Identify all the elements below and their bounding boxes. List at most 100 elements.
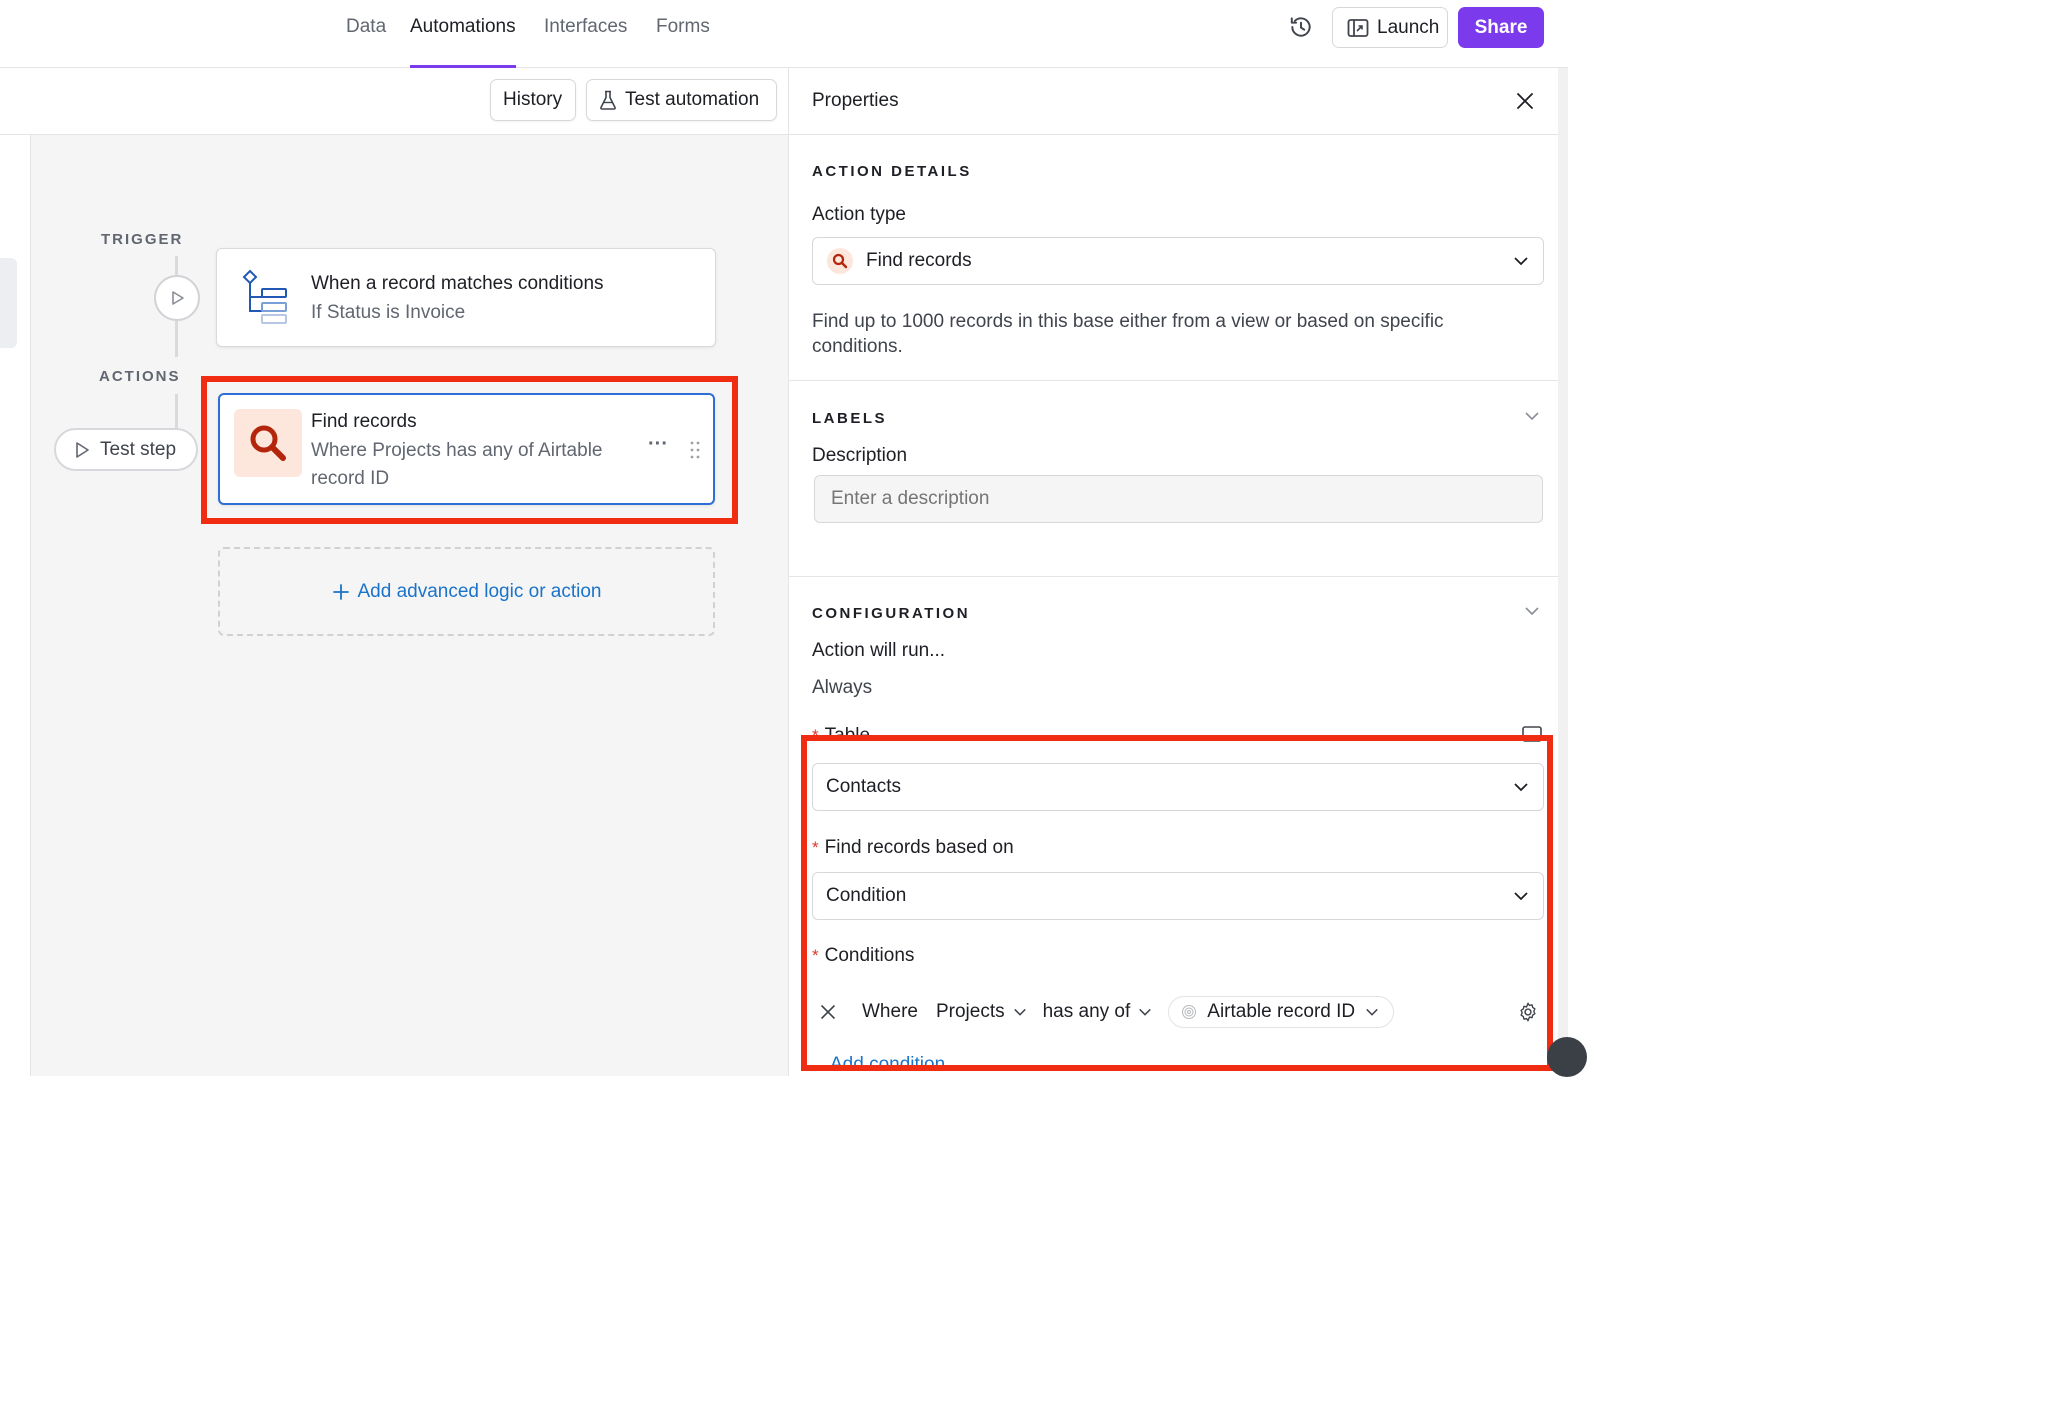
trigger-subtitle: If Status is Invoice — [311, 302, 466, 323]
share-button[interactable]: Share — [1458, 7, 1544, 48]
table-select[interactable]: Contacts — [812, 763, 1544, 811]
chevron-down-icon[interactable] — [1524, 408, 1540, 424]
condition-field-select[interactable]: Projects — [936, 1001, 1027, 1023]
chevron-down-icon — [1139, 1008, 1152, 1016]
section-divider — [789, 380, 1559, 381]
description-input[interactable] — [814, 475, 1543, 523]
table-label-text: Table — [824, 725, 871, 746]
chevron-down-icon — [1514, 783, 1528, 792]
condition-value-select[interactable]: Airtable record ID — [1168, 996, 1395, 1028]
find-based-on-label-text: Find records based on — [824, 837, 1014, 858]
search-icon — [827, 248, 853, 274]
tab-data[interactable]: Data — [346, 16, 386, 68]
tab-automations[interactable]: Automations — [410, 16, 516, 68]
chevron-down-icon — [1514, 892, 1528, 901]
flow-connector-line — [175, 321, 178, 357]
find-based-on-select[interactable]: Condition — [812, 872, 1544, 920]
properties-header: Properties — [789, 68, 1559, 135]
section-divider — [789, 576, 1559, 577]
open-table-icon[interactable] — [1522, 726, 1542, 742]
action-type-label: Action type — [812, 204, 906, 225]
description-label: Description — [812, 445, 908, 466]
drag-handle-icon[interactable] — [690, 441, 700, 459]
action-type-value: Find records — [866, 250, 972, 271]
flow-connector-line — [175, 394, 178, 428]
condition-field-value: Projects — [935, 1001, 1005, 1022]
action-details-heading: ACTION DETAILS — [812, 163, 972, 180]
search-icon — [250, 425, 286, 461]
condition-operator-select[interactable]: has any of — [1043, 1001, 1153, 1023]
test-step-button[interactable]: Test step — [54, 428, 198, 471]
add-logic-label: Add advanced logic or action — [357, 580, 602, 602]
properties-title: Properties — [812, 90, 899, 111]
condition-operator-value: has any of — [1042, 1001, 1131, 1022]
test-trigger-button[interactable] — [154, 275, 200, 321]
flask-icon — [600, 90, 616, 110]
tab-interfaces[interactable]: Interfaces — [544, 16, 627, 68]
labels-heading: LABELS — [812, 410, 887, 427]
tab-label: Automations — [410, 16, 516, 37]
share-label: Share — [1474, 16, 1528, 38]
plus-icon — [332, 583, 349, 600]
action-title: Find records — [311, 411, 417, 432]
find-records-action-card[interactable]: Find records Where Projects has any of A… — [218, 393, 715, 505]
play-icon — [172, 291, 184, 305]
action-type-select[interactable]: Find records — [812, 237, 1544, 285]
test-automation-label: Test automation — [625, 89, 760, 110]
add-advanced-logic-button[interactable]: Add advanced logic or action — [218, 547, 715, 636]
action-type-description: Find up to 1000 records in this base eit… — [812, 309, 1532, 359]
configuration-heading: CONFIGURATION — [812, 605, 971, 622]
action-subtitle-line: record ID — [311, 468, 390, 489]
action-will-run-label: Action will run... — [812, 640, 946, 661]
chevron-down-icon — [1366, 1008, 1378, 1016]
revision-history-icon[interactable] — [1288, 14, 1314, 40]
table-label: * Table — [812, 725, 870, 747]
find-based-on-value: Condition — [826, 885, 907, 906]
test-step-label: Test step — [100, 438, 177, 460]
action-subtitle-line: Where Projects has any of Airtable — [311, 440, 603, 461]
more-options-button[interactable]: ··· — [648, 433, 668, 456]
chevron-down-icon[interactable] — [1524, 603, 1540, 619]
description-line: Find up to 1000 records in this base eit… — [812, 311, 1444, 332]
add-condition-button[interactable]: Add condition — [821, 1054, 945, 1076]
add-condition-label: Add condition — [830, 1054, 946, 1075]
gear-icon[interactable] — [1517, 1001, 1539, 1023]
automation-toolbar: History Test automation — [0, 68, 788, 135]
launch-button[interactable]: Launch — [1332, 7, 1448, 48]
history-button[interactable]: History — [490, 79, 576, 121]
description-line: conditions. — [812, 336, 903, 357]
condition-where-label: Where — [862, 1001, 918, 1022]
trigger-section-label: TRIGGER — [101, 231, 184, 248]
flow-connector-line — [175, 256, 178, 275]
launch-label: Launch — [1377, 16, 1440, 38]
tab-forms[interactable]: Forms — [656, 16, 710, 68]
chevron-down-icon — [1013, 1008, 1026, 1016]
test-automation-button[interactable]: Test automation — [586, 79, 777, 121]
collapsed-sidebar-handle[interactable] — [0, 258, 17, 348]
launch-icon — [1347, 18, 1369, 37]
required-mark: * — [812, 726, 819, 745]
close-icon[interactable] — [1516, 92, 1534, 110]
help-chat-button[interactable] — [1547, 1037, 1587, 1077]
play-icon — [76, 441, 89, 458]
condition-row: Where Projects has any of Airtable recor… — [812, 990, 1544, 1034]
history-label: History — [503, 89, 563, 110]
properties-panel: Properties ACTION DETAILS Action type Fi… — [788, 68, 1559, 1076]
remove-condition-icon[interactable] — [820, 1004, 836, 1020]
actions-section-label: ACTIONS — [99, 368, 181, 385]
conditions-trigger-icon — [242, 269, 287, 324]
fingerprint-icon — [1182, 1005, 1197, 1019]
tab-label: Interfaces — [544, 16, 628, 37]
tab-label: Forms — [656, 16, 710, 37]
top-navigation-bar: Data Automations Interfaces Forms Launch… — [0, 0, 1568, 68]
action-will-run-value: Always — [812, 677, 873, 698]
tab-label: Data — [346, 16, 387, 37]
condition-value: Airtable record ID — [1207, 1001, 1356, 1022]
chevron-down-icon — [1514, 257, 1528, 266]
trigger-title: When a record matches conditions — [311, 273, 604, 294]
required-mark: * — [812, 838, 819, 857]
trigger-card[interactable]: When a record matches conditions If Stat… — [216, 248, 716, 347]
required-mark: * — [812, 946, 819, 965]
table-value: Contacts — [826, 776, 901, 797]
panel-scrollbar[interactable] — [1558, 68, 1568, 1076]
